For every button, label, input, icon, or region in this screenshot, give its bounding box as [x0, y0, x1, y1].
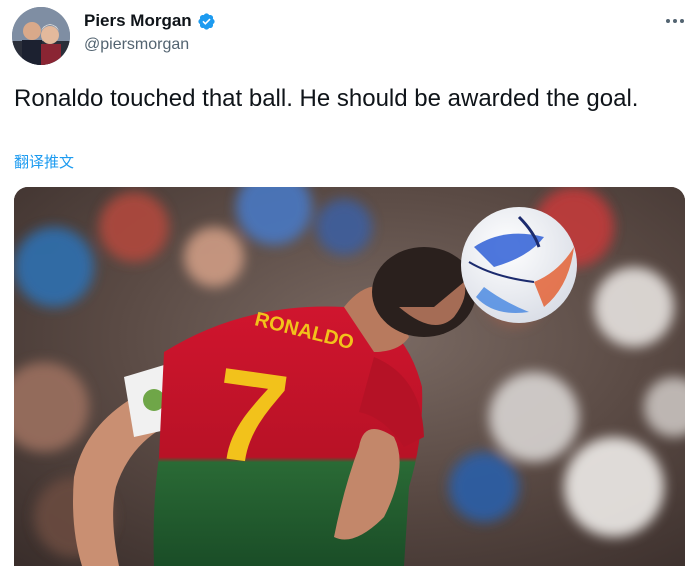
author-handle[interactable]: @piersmorgan: [84, 36, 189, 54]
avatar-image: [12, 7, 70, 65]
tweet-text: Ronaldo touched that ball. He should be …: [14, 85, 639, 112]
author-name-row: Piers Morgan: [84, 11, 216, 31]
more-options-icon[interactable]: [664, 10, 686, 32]
tweet-photo[interactable]: RONALDO 7: [14, 187, 685, 566]
verified-badge-icon: [197, 12, 216, 31]
author-avatar[interactable]: [12, 7, 70, 65]
author-display-name[interactable]: Piers Morgan: [84, 11, 192, 31]
ronaldo-header-photo: RONALDO 7: [14, 187, 685, 566]
translate-tweet-link[interactable]: 翻译推文: [14, 151, 74, 172]
